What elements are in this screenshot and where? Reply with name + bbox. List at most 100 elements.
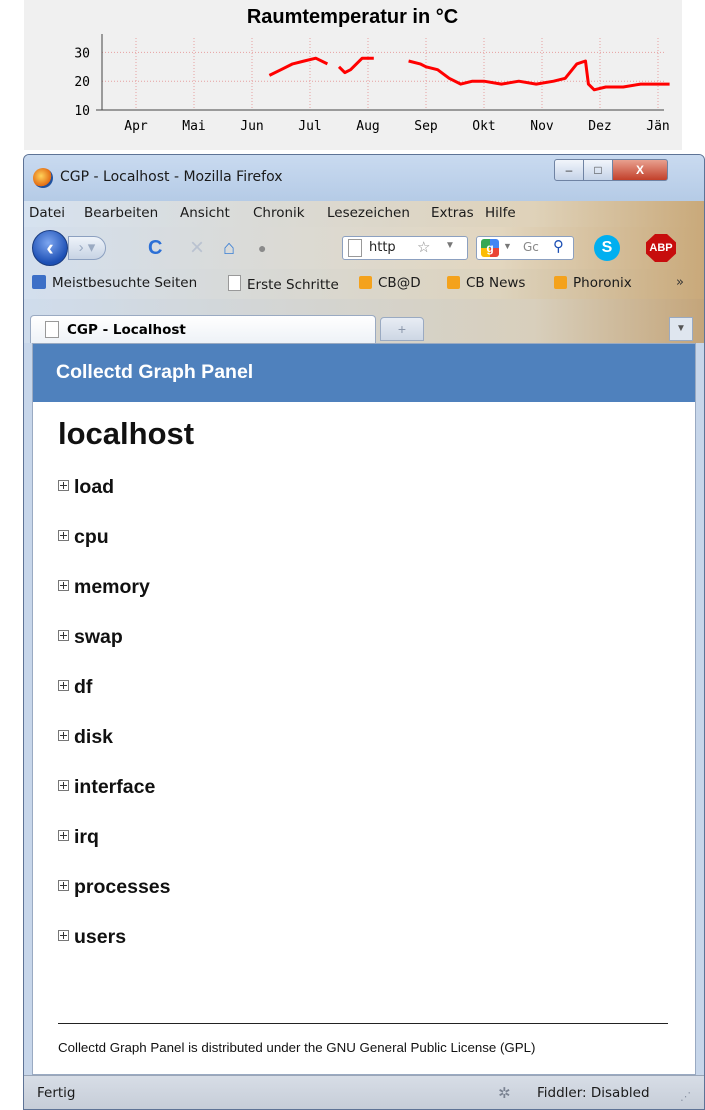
plugin-label: cpu bbox=[74, 526, 109, 548]
expand-icon[interactable] bbox=[58, 580, 69, 591]
fiddler-icon[interactable]: ✲ bbox=[498, 1084, 511, 1102]
page-icon bbox=[228, 275, 241, 291]
expand-icon[interactable] bbox=[58, 880, 69, 891]
plugin-swap[interactable]: swap bbox=[58, 626, 123, 649]
fiddler-status[interactable]: Fiddler: Disabled bbox=[537, 1085, 650, 1101]
x-tick-label: Jun bbox=[240, 119, 263, 134]
chart-title: Raumtemperatur in °C bbox=[246, 6, 459, 28]
menu-datei[interactable]: Datei bbox=[29, 205, 65, 221]
tab-list-dropdown-icon[interactable]: ▼ bbox=[669, 317, 693, 341]
plugin-label: load bbox=[74, 476, 115, 498]
x-tick-label: Aug bbox=[356, 119, 379, 134]
url-input[interactable]: http bbox=[369, 240, 396, 255]
reload-icon[interactable]: C bbox=[148, 237, 162, 259]
page-icon bbox=[348, 239, 362, 257]
expand-icon[interactable] bbox=[58, 530, 69, 541]
expand-icon[interactable] bbox=[58, 780, 69, 791]
plugin-interface[interactable]: interface bbox=[58, 776, 155, 799]
expand-icon[interactable] bbox=[58, 730, 69, 741]
bookmark-erste-schritte[interactable]: Erste Schritte bbox=[228, 275, 339, 293]
engine-dropdown-icon[interactable]: ▼ bbox=[503, 241, 512, 251]
cgp-header-bar: Collectd Graph Panel bbox=[33, 344, 695, 402]
search-icon[interactable]: ⚲ bbox=[553, 237, 564, 255]
plugin-processes[interactable]: processes bbox=[58, 876, 170, 899]
plugin-irq[interactable]: irq bbox=[58, 826, 99, 849]
tab-cgp-localhost[interactable]: CGP - Localhost bbox=[30, 315, 376, 343]
expand-icon[interactable] bbox=[58, 680, 69, 691]
smart-bookmark-icon bbox=[32, 275, 46, 289]
bookmark-label: CB@D bbox=[378, 275, 421, 291]
menu-bar: Datei Bearbeiten Ansicht Chronik Lesezei… bbox=[24, 201, 704, 227]
bookmarks-overflow-button[interactable]: » bbox=[676, 275, 684, 290]
bookmark-phoronix[interactable]: Phoronix bbox=[554, 275, 632, 291]
plugin-label: interface bbox=[74, 776, 156, 798]
temperature-series-line bbox=[268, 56, 329, 77]
search-input[interactable]: Gc bbox=[523, 240, 539, 254]
expand-icon[interactable] bbox=[58, 830, 69, 841]
bookmark-cbd[interactable]: CB@D bbox=[359, 275, 421, 291]
plugin-cpu[interactable]: cpu bbox=[58, 526, 109, 549]
tab-label: CGP - Localhost bbox=[67, 322, 186, 338]
home-icon[interactable]: ⌂ bbox=[223, 237, 235, 259]
google-engine-icon[interactable]: g bbox=[481, 239, 499, 257]
menu-hilfe[interactable]: Hilfe bbox=[485, 205, 516, 221]
plugin-memory[interactable]: memory bbox=[58, 576, 150, 599]
expand-icon[interactable] bbox=[58, 630, 69, 641]
bookmarks-toolbar: Meistbesuchte Seiten Erste Schritte CB@D… bbox=[24, 269, 704, 299]
plugin-label: users bbox=[74, 926, 127, 948]
bookmark-star-icon[interactable]: ☆ bbox=[417, 238, 430, 256]
y-tick-label: 20 bbox=[74, 75, 90, 90]
window-title: CGP - Localhost - Mozilla Firefox bbox=[60, 169, 283, 185]
bookmark-label: Meistbesuchte Seiten bbox=[52, 275, 198, 291]
title-bar[interactable]: CGP - Localhost - Mozilla Firefox – □ X bbox=[24, 155, 704, 201]
menu-ansicht[interactable]: Ansicht bbox=[180, 205, 230, 221]
plugin-load[interactable]: load bbox=[58, 476, 114, 499]
page-icon bbox=[45, 321, 59, 338]
maximize-button[interactable]: □ bbox=[583, 159, 613, 181]
menu-lesezeichen[interactable]: Lesezeichen bbox=[327, 205, 410, 221]
resize-grip-icon[interactable]: ⋰ bbox=[680, 1090, 691, 1103]
x-tick-label: Mai bbox=[182, 119, 205, 134]
close-button[interactable]: X bbox=[612, 159, 668, 181]
plugin-disk[interactable]: disk bbox=[58, 726, 113, 749]
new-tab-button[interactable]: + bbox=[380, 317, 424, 341]
plugin-label: irq bbox=[74, 826, 99, 848]
bookmark-label: CB News bbox=[466, 275, 526, 291]
cgp-title-link[interactable]: Collectd Graph Panel bbox=[56, 361, 253, 384]
footer-divider bbox=[58, 1023, 668, 1024]
menu-chronik[interactable]: Chronik bbox=[253, 205, 305, 221]
firefox-logo-icon[interactable] bbox=[33, 168, 53, 188]
search-bar[interactable]: g ▼ Gc ⚲ bbox=[476, 236, 574, 260]
plugin-label: memory bbox=[74, 576, 150, 598]
x-tick-label: Nov bbox=[530, 119, 554, 134]
temperature-series-line bbox=[337, 56, 374, 75]
skype-icon[interactable]: S bbox=[594, 235, 620, 261]
rss-feed-icon bbox=[447, 276, 460, 289]
expand-icon[interactable] bbox=[58, 480, 69, 491]
minimize-button[interactable]: – bbox=[554, 159, 584, 181]
addon-icon[interactable]: ● bbox=[258, 237, 266, 259]
adblock-icon[interactable]: ABP bbox=[646, 234, 676, 262]
bookmark-meistbesuchte[interactable]: Meistbesuchte Seiten bbox=[32, 275, 197, 291]
forward-icon[interactable]: › ▾ bbox=[68, 236, 106, 260]
expand-icon[interactable] bbox=[58, 930, 69, 941]
stop-icon[interactable]: × bbox=[190, 236, 204, 260]
status-text: Fertig bbox=[37, 1085, 76, 1101]
temperature-chart: 30 20 10 Apr Mai Jun Jul Aug Sep Okt Nov Dez Jän bbox=[74, 34, 670, 134]
bookmark-cb-news[interactable]: CB News bbox=[447, 275, 525, 291]
plugin-label: df bbox=[74, 676, 93, 698]
bookmark-label: Phoronix bbox=[573, 275, 632, 291]
menu-bearbeiten[interactable]: Bearbeiten bbox=[84, 205, 158, 221]
x-tick-label: Okt bbox=[472, 119, 495, 134]
plugin-df[interactable]: df bbox=[58, 676, 92, 699]
url-bar[interactable]: http ☆ ▼ bbox=[342, 236, 468, 260]
menu-extras[interactable]: Extras bbox=[431, 205, 474, 221]
back-icon[interactable]: ‹ bbox=[32, 230, 68, 266]
plugin-users[interactable]: users bbox=[58, 926, 126, 949]
y-tick-label: 10 bbox=[74, 104, 90, 119]
host-title: localhost bbox=[58, 416, 195, 451]
footer-text: Collectd Graph Panel is distributed unde… bbox=[58, 1040, 536, 1055]
url-dropdown-icon[interactable]: ▼ bbox=[445, 240, 455, 251]
page-content: Collectd Graph Panel localhost load cpu … bbox=[32, 343, 696, 1075]
temperature-series-line bbox=[408, 59, 670, 92]
